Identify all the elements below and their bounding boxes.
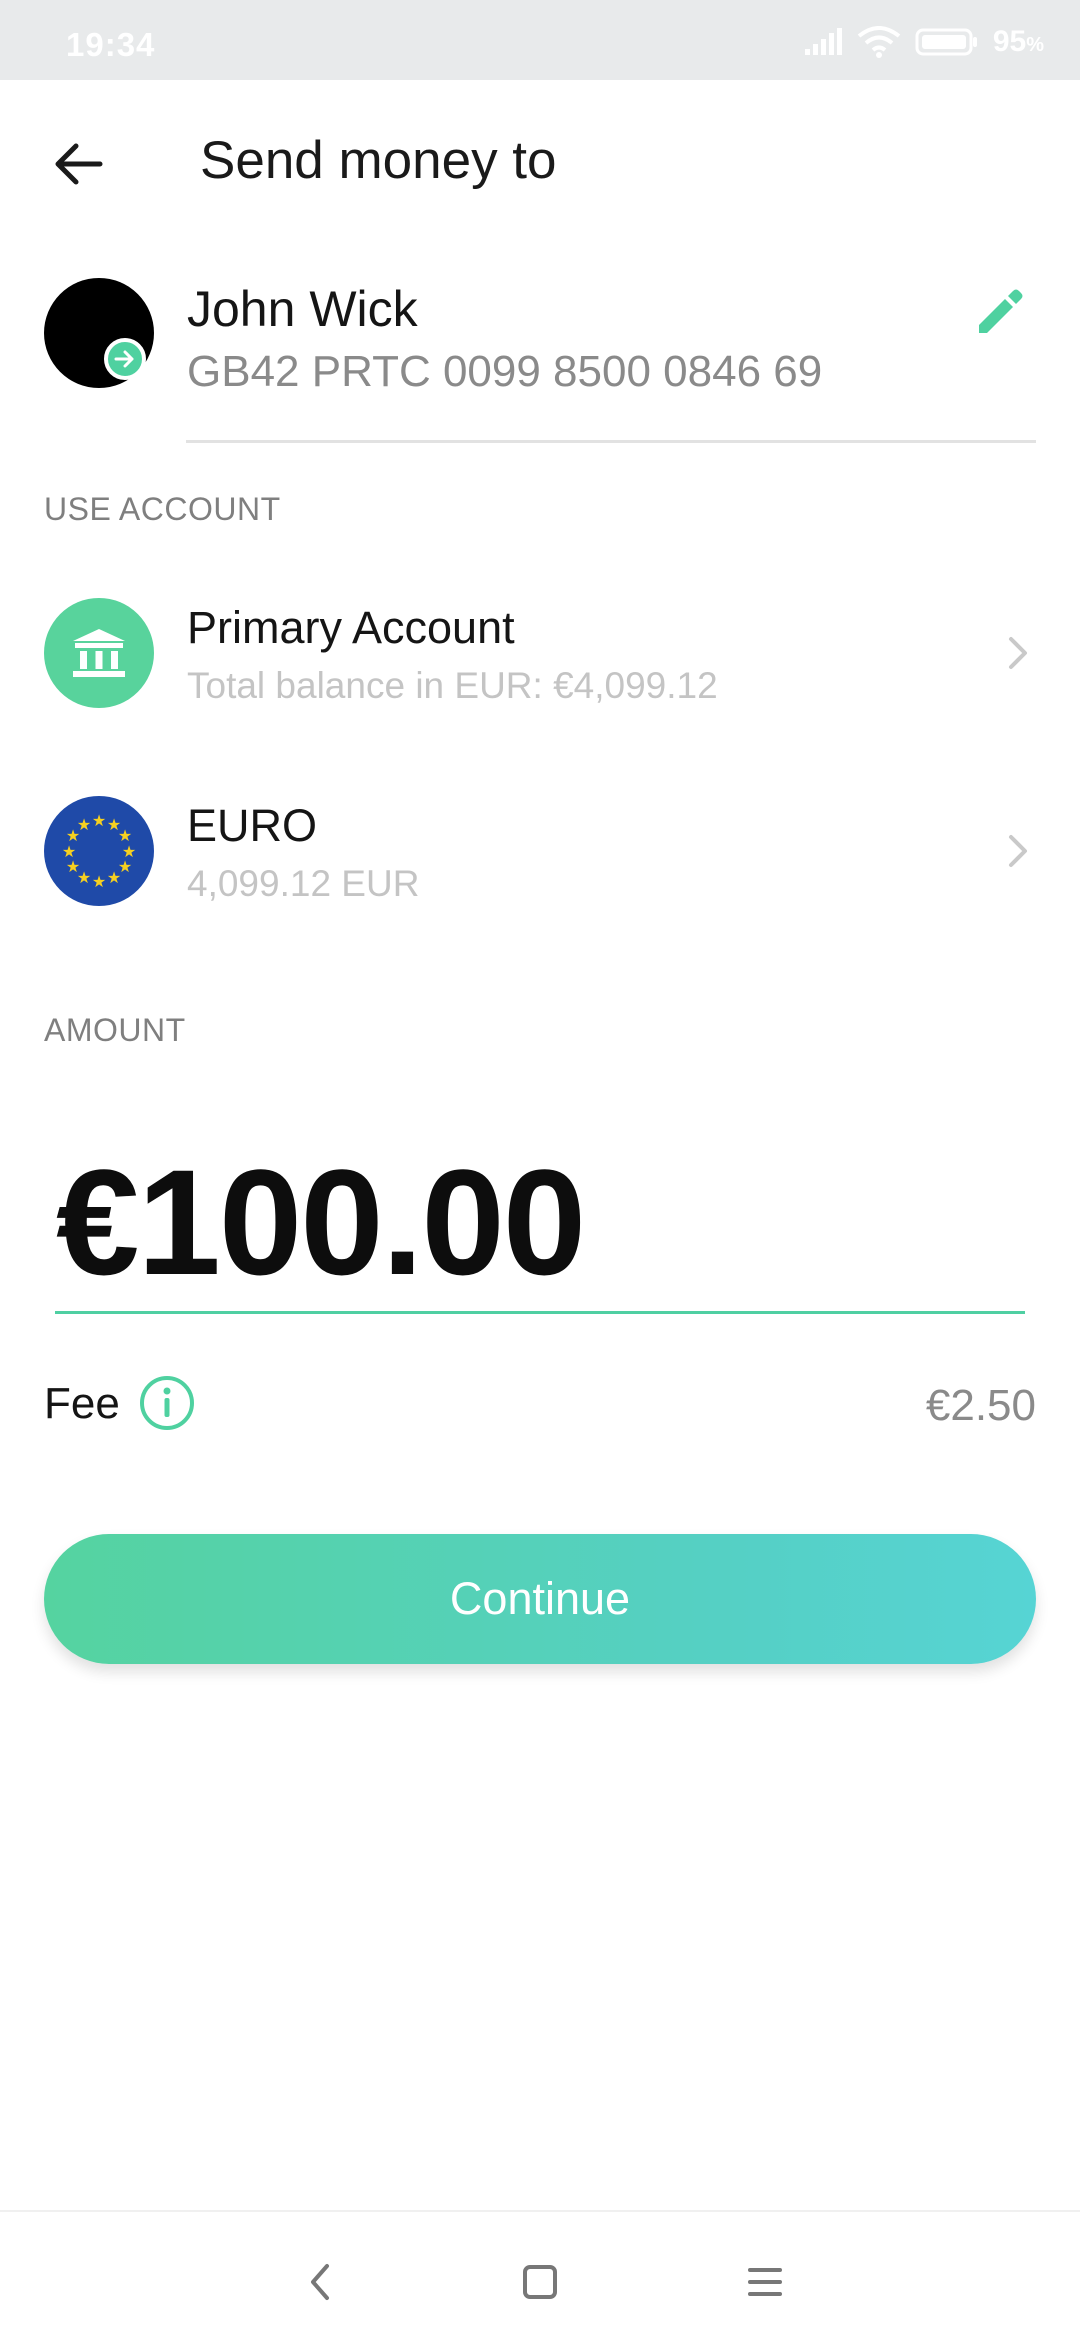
nav-back-icon[interactable]	[290, 2252, 350, 2312]
back-button[interactable]	[40, 126, 116, 202]
bank-icon	[44, 598, 154, 708]
account-title: EURO	[187, 800, 318, 851]
account-balance: 4,099.12 EUR	[187, 863, 420, 904]
recipient-card[interactable]: John Wick GB42 PRTC 0099 8500 0846 69	[0, 258, 1080, 444]
eu-flag-icon: ★ ★ ★ ★ ★ ★ ★ ★ ★ ★ ★ ★	[44, 796, 154, 906]
account-row-primary[interactable]: Primary Account Total balance in EUR: €4…	[0, 578, 1080, 738]
chevron-right-icon	[1000, 826, 1036, 876]
wifi-icon	[857, 26, 901, 58]
transfer-badge-icon	[104, 338, 146, 380]
fee-value: €2.50	[925, 1381, 1036, 1430]
arrow-left-icon	[55, 143, 103, 185]
edit-recipient-button[interactable]	[968, 280, 1032, 344]
use-account-label: USE ACCOUNT	[44, 491, 281, 527]
status-bar: 19:34 95%	[0, 0, 1080, 80]
status-icons: 95%	[803, 22, 1044, 62]
signal-icon	[804, 28, 842, 55]
info-icon[interactable]	[138, 1374, 196, 1432]
nav-home-icon[interactable]	[510, 2252, 570, 2312]
amount-input[interactable]: €100.00	[56, 1142, 586, 1302]
account-row-euro[interactable]: ★ ★ ★ ★ ★ ★ ★ ★ ★ ★ ★ ★ EURO 4,099.12 EU…	[0, 776, 1080, 936]
divider	[186, 440, 1036, 443]
pencil-icon	[979, 289, 1023, 333]
chevron-right-icon	[1000, 628, 1036, 678]
svg-text:★: ★	[107, 868, 121, 887]
recipient-iban: GB42 PRTC 0099 8500 0846 69	[187, 347, 823, 396]
page-title: Send money to	[200, 131, 557, 190]
amount-underline	[55, 1311, 1025, 1314]
nav-menu-icon[interactable]	[735, 2252, 795, 2312]
continue-button[interactable]: Continue	[44, 1534, 1036, 1664]
amount-label: AMOUNT	[44, 1012, 186, 1048]
system-nav-bar	[0, 2210, 1080, 2340]
fee-label: Fee	[44, 1379, 120, 1428]
battery-icon	[915, 28, 977, 56]
status-time: 19:34	[66, 26, 156, 63]
svg-text:★: ★	[77, 815, 91, 834]
recipient-name: John Wick	[187, 281, 418, 337]
svg-text:★: ★	[92, 872, 106, 891]
account-title: Primary Account	[187, 602, 515, 653]
account-balance: Total balance in EUR: €4,099.12	[187, 665, 718, 706]
battery-percent: 95%	[992, 25, 1044, 58]
app-header: Send money to	[0, 80, 1080, 240]
svg-text:★: ★	[92, 811, 106, 830]
